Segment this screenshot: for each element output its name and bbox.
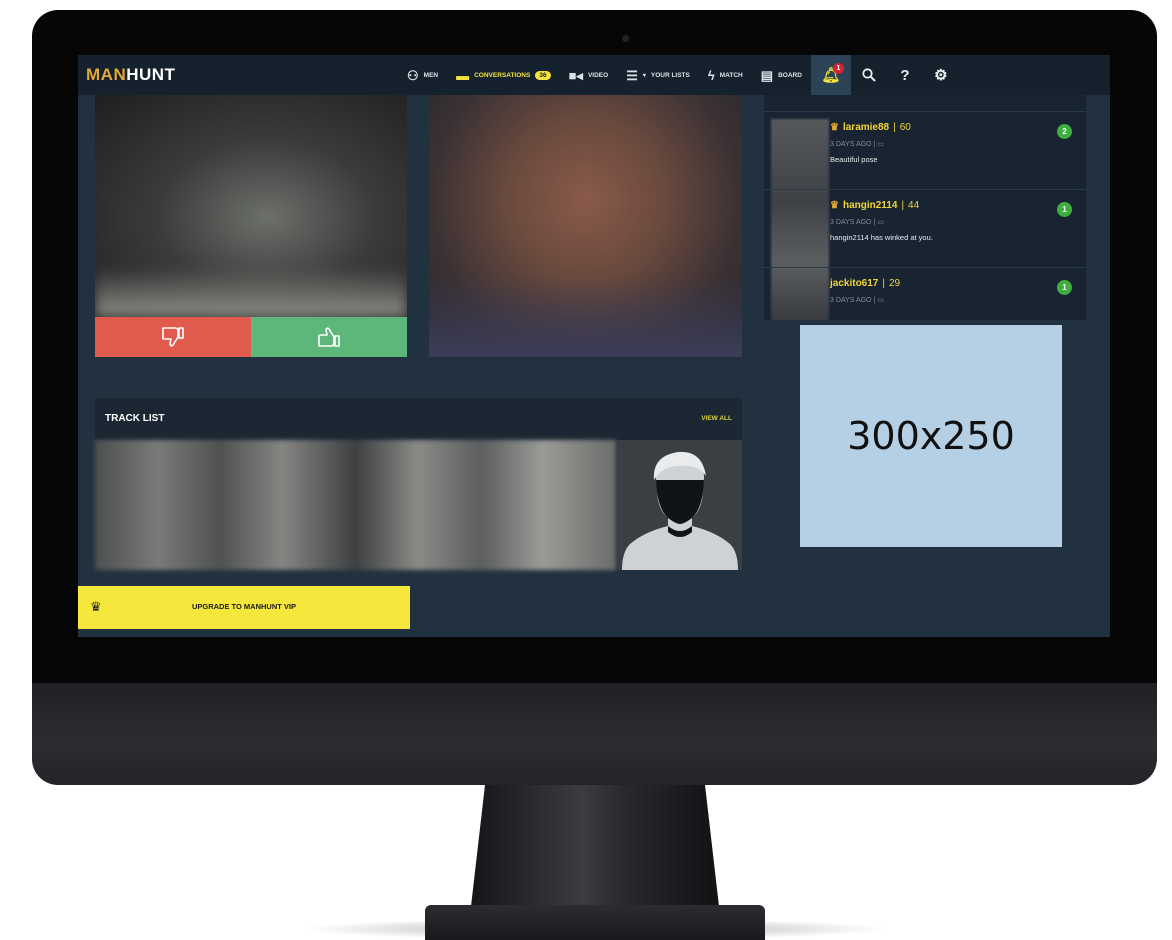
conversation-time: 3 DAYS AGO | bbox=[830, 297, 876, 304]
men-icon: ⚇ bbox=[407, 67, 419, 83]
profile-photo-blurred-2[interactable] bbox=[429, 95, 742, 357]
settings-button[interactable]: ⚙ bbox=[923, 55, 959, 95]
gear-icon: ⚙ bbox=[934, 67, 948, 84]
monitor-chin bbox=[32, 683, 1157, 785]
desktop-icon: ▭ bbox=[877, 141, 884, 148]
conversation-message: hangin2114 has winked at you. bbox=[830, 233, 933, 242]
view-all-link[interactable]: VIEW ALL bbox=[701, 415, 732, 422]
conversation-item[interactable]: jackito617 | 29 3 DAYS AGO | ▭ 1 bbox=[764, 267, 1086, 320]
conversation-message: Beautiful pose bbox=[830, 155, 878, 164]
crown-icon: ♛ bbox=[830, 200, 839, 211]
like-button[interactable] bbox=[251, 317, 407, 357]
crown-icon: ♛ bbox=[830, 122, 839, 133]
unread-count-badge: 1 bbox=[1057, 202, 1072, 217]
upgrade-label: UPGRADE TO MANHUNT VIP bbox=[191, 602, 297, 611]
nav-item-conversations[interactable]: ▬ CONVERSATIONS 36 bbox=[447, 55, 559, 95]
board-icon: ▤ bbox=[760, 67, 774, 83]
dislike-button[interactable] bbox=[95, 317, 251, 357]
conversation-item[interactable]: ♛ hangin2114 | 44 3 DAYS AGO | ▭ hangin2… bbox=[764, 189, 1086, 267]
unread-count-badge: 2 bbox=[1057, 124, 1072, 139]
lightning-icon: ϟ bbox=[707, 67, 715, 83]
notifications-button[interactable]: 🔔︎ 1 bbox=[810, 55, 851, 95]
conversation-item[interactable]: ♛ laramie88 | 60 3 DAYS AGO | ▭ Beautifu… bbox=[764, 111, 1086, 189]
help-button[interactable]: ? bbox=[887, 55, 923, 95]
help-icon: ? bbox=[900, 66, 910, 84]
user-silhouette-icon bbox=[622, 451, 738, 570]
default-avatar[interactable] bbox=[618, 440, 742, 570]
thumbs-down-icon bbox=[161, 327, 184, 347]
track-list-header: TRACK LIST VIEW ALL bbox=[95, 398, 742, 440]
unread-count-badge: 1 bbox=[1057, 280, 1072, 295]
vote-buttons bbox=[95, 317, 407, 357]
nav-item-board[interactable]: ▤ BOARD bbox=[752, 55, 811, 95]
desktop-icon: ▭ bbox=[877, 297, 884, 304]
conversation-age: 60 bbox=[899, 122, 911, 133]
conversation-time: 3 DAYS AGO | bbox=[830, 219, 876, 226]
list-icon: ☰ bbox=[626, 67, 638, 83]
conversations-panel: ♛ laramie88 | 60 3 DAYS AGO | ▭ Beautifu… bbox=[764, 95, 1086, 320]
profile-photo-blurred[interactable] bbox=[95, 95, 407, 317]
manhunt-logo[interactable]: MANHUNT bbox=[86, 65, 175, 85]
monitor-stand bbox=[470, 785, 720, 915]
nav-item-your-lists[interactable]: ☰ ▾ YOUR LISTS bbox=[617, 55, 699, 95]
nav-item-men[interactable]: ⚇ MEN bbox=[398, 55, 447, 95]
conversations-count-badge: 36 bbox=[535, 70, 551, 80]
app-screen: MANHUNT ⚇ MEN ▬ CONVERSATIONS 36 ■◂ VIDE… bbox=[78, 55, 1110, 637]
conversation-username: jackito617 bbox=[830, 278, 879, 289]
search-button[interactable] bbox=[851, 55, 887, 95]
ad-size-label: 300x250 bbox=[847, 414, 1015, 458]
track-list-title: TRACK LIST bbox=[105, 413, 165, 424]
desktop-icon: ▭ bbox=[877, 219, 884, 226]
thumbs-up-icon bbox=[317, 327, 340, 347]
camera-dot bbox=[622, 35, 629, 42]
monitor-stand-base bbox=[425, 905, 765, 940]
video-icon: ■◂ bbox=[568, 67, 583, 83]
conversation-username: laramie88 bbox=[842, 122, 890, 133]
chat-icon: ▬ bbox=[456, 67, 470, 83]
upgrade-vip-button[interactable]: ♛ UPGRADE TO MANHUNT VIP bbox=[78, 586, 410, 629]
ad-placeholder[interactable]: 300x250 bbox=[800, 325, 1062, 547]
track-list-photos-blurred[interactable] bbox=[95, 440, 616, 570]
nav-item-video[interactable]: ■◂ VIDEO bbox=[560, 55, 618, 95]
nav-item-match[interactable]: ϟ MATCH bbox=[699, 55, 752, 95]
conversation-username: hangin2114 bbox=[842, 200, 898, 211]
notification-badge: 1 bbox=[832, 63, 844, 74]
conversation-time: 3 DAYS AGO | bbox=[830, 141, 876, 148]
conversation-age: 29 bbox=[888, 278, 901, 289]
chevron-down-icon: ▾ bbox=[642, 72, 646, 79]
conversation-age: 44 bbox=[908, 200, 920, 211]
search-icon bbox=[862, 68, 876, 82]
nav-menu: ⚇ MEN ▬ CONVERSATIONS 36 ■◂ VIDEO ☰ ▾ YO… bbox=[398, 55, 959, 95]
top-navbar: MANHUNT ⚇ MEN ▬ CONVERSATIONS 36 ■◂ VIDE… bbox=[78, 55, 1110, 95]
